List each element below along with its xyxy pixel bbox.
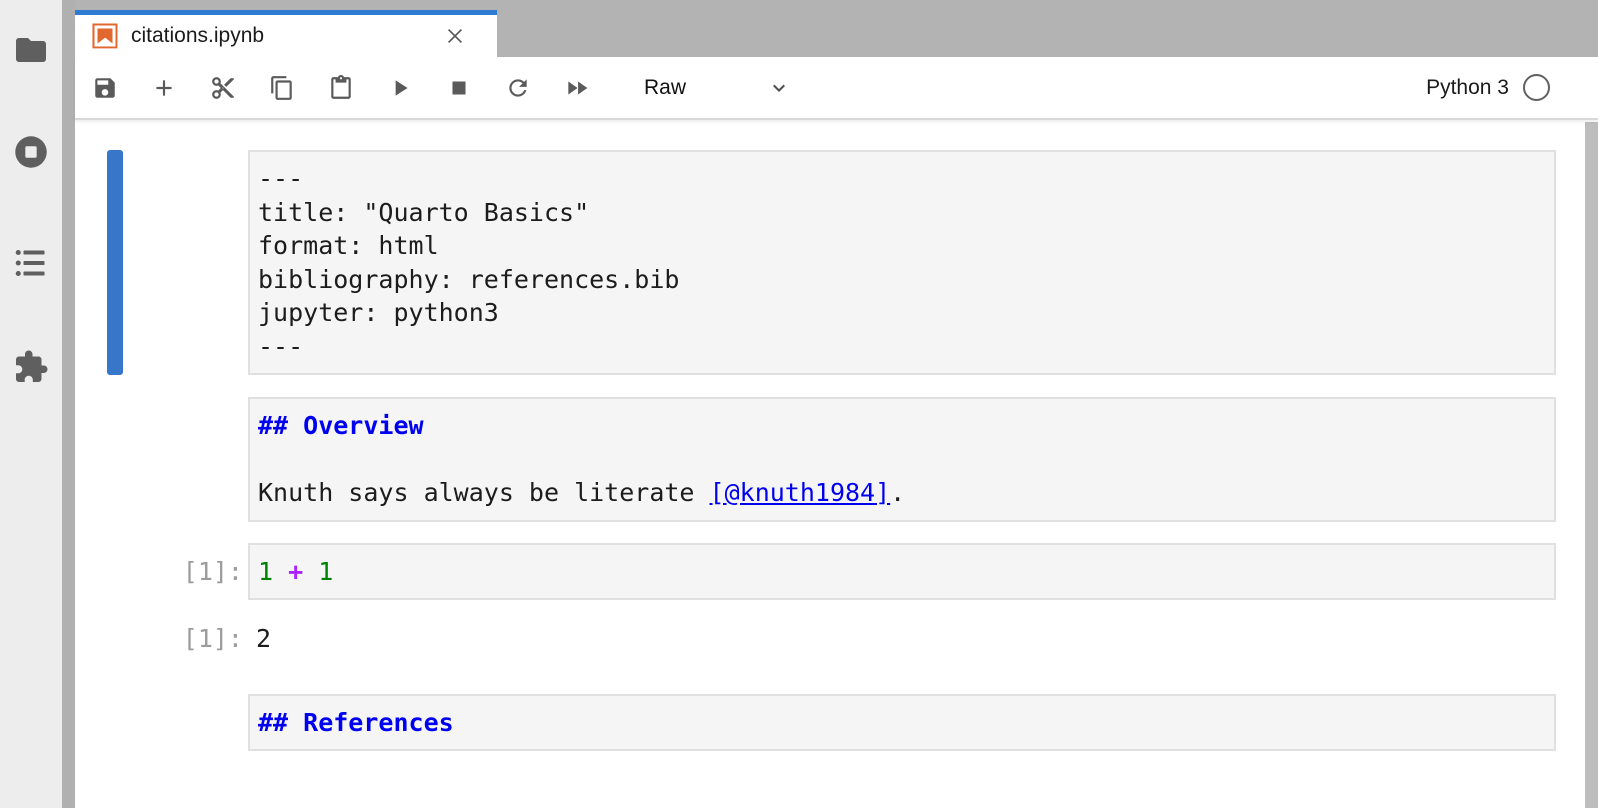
- execution-count-prompt: [75, 694, 248, 706]
- cell-gutter: [1]:: [75, 543, 248, 601]
- execution-count-prompt: [1]:: [75, 543, 248, 589]
- notebook-toolbar: Raw Python 3: [75, 57, 1598, 120]
- code-line: Knuth says always be literate [@knuth198…: [258, 476, 1546, 510]
- interrupt-kernel-button[interactable]: [446, 75, 472, 101]
- sidebar-item-extension-manager[interactable]: [13, 349, 49, 385]
- kernel-idle-circle-icon[interactable]: [1523, 74, 1550, 101]
- code-line: bibliography: references.bib: [258, 263, 1546, 297]
- chevron-down-icon: [767, 76, 791, 100]
- cell-editor[interactable]: ## Overview Knuth says always be literate…: [248, 397, 1556, 522]
- close-icon[interactable]: [441, 22, 469, 50]
- cell-gutter: [1]:: [75, 622, 248, 656]
- cell-output: [1]:2: [75, 618, 1556, 656]
- code-line: format: html: [258, 229, 1546, 263]
- cell-editor[interactable]: 1 + 1: [248, 543, 1556, 601]
- insert-cell-button[interactable]: [151, 75, 177, 101]
- cell-gutter: [75, 397, 248, 522]
- scrollbar[interactable]: [1585, 122, 1598, 808]
- execution-count-prompt: [1]:: [75, 622, 248, 656]
- copy-icon: [269, 75, 295, 101]
- puzzle-icon: [13, 349, 49, 385]
- execution-count-prompt: [75, 397, 248, 409]
- cell-raw: ---title: "Quarto Basics"format: htmlbib…: [75, 150, 1556, 375]
- main-area: citations.ipynb: [75, 0, 1598, 808]
- cell-gutter: [75, 694, 248, 752]
- tab-title: citations.ipynb: [131, 24, 264, 48]
- tab-bar: citations.ipynb: [75, 0, 1598, 57]
- restart-kernel-button[interactable]: [505, 75, 531, 101]
- sidebar-item-running-sessions[interactable]: [13, 134, 49, 170]
- kernel-area: Python 3: [1426, 74, 1550, 101]
- cell-editor[interactable]: ## References: [248, 694, 1556, 752]
- cell-code: [1]: 1 + 1: [75, 543, 1556, 601]
- save-button[interactable]: [92, 75, 118, 101]
- play-icon: [387, 75, 413, 101]
- cell-gutter: [75, 150, 248, 375]
- cell-type-dropdown[interactable]: Raw: [644, 76, 791, 100]
- scissors-icon: [210, 75, 236, 101]
- cut-cells-button[interactable]: [210, 75, 236, 101]
- execution-count-prompt: [75, 150, 248, 162]
- code-line: [258, 443, 1546, 477]
- cell-list: ---title: "Quarto Basics"format: htmlbib…: [75, 150, 1598, 751]
- stop-icon: [446, 75, 472, 101]
- sidebar-splitter[interactable]: [62, 0, 75, 808]
- notebook-panel: ---title: "Quarto Basics"format: htmlbib…: [75, 120, 1598, 808]
- cell-type-value: Raw: [644, 76, 686, 100]
- paste-cells-button[interactable]: [328, 75, 354, 101]
- copy-cells-button[interactable]: [269, 75, 295, 101]
- list-icon: [13, 245, 49, 281]
- run-cell-button[interactable]: [387, 75, 413, 101]
- code-line: 1 + 1: [258, 555, 1546, 589]
- fast-forward-icon: [564, 75, 590, 101]
- save-icon: [92, 75, 118, 101]
- code-line: ---: [258, 330, 1546, 364]
- sidebar-item-file-browser[interactable]: [13, 32, 49, 68]
- restart-icon: [505, 75, 531, 101]
- code-line: ## References: [258, 706, 1546, 740]
- paste-icon: [328, 75, 354, 101]
- code-line: ## Overview: [258, 409, 1546, 443]
- plus-icon: [151, 75, 177, 101]
- code-line: ---: [258, 162, 1546, 196]
- sidebar-item-table-of-contents[interactable]: [13, 245, 49, 281]
- stop-circle-icon: [13, 134, 49, 170]
- restart-run-all-button[interactable]: [564, 75, 590, 101]
- activity-sidebar: [0, 0, 62, 808]
- cell-editor[interactable]: ---title: "Quarto Basics"format: htmlbib…: [248, 150, 1556, 375]
- cell-markdown: ## Overview Knuth says always be literate…: [75, 397, 1556, 522]
- folder-icon: [13, 32, 49, 68]
- tab-citations-ipynb[interactable]: citations.ipynb: [75, 10, 497, 57]
- code-line: 2: [256, 622, 1548, 656]
- kernel-name[interactable]: Python 3: [1426, 76, 1509, 100]
- code-line: jupyter: python3: [258, 296, 1546, 330]
- notebook-icon: [90, 21, 120, 51]
- cell-output: 2: [248, 622, 1556, 656]
- code-line: title: "Quarto Basics": [258, 196, 1546, 230]
- cell-markdown: ## References: [75, 694, 1556, 752]
- cell-collapser[interactable]: [107, 150, 123, 375]
